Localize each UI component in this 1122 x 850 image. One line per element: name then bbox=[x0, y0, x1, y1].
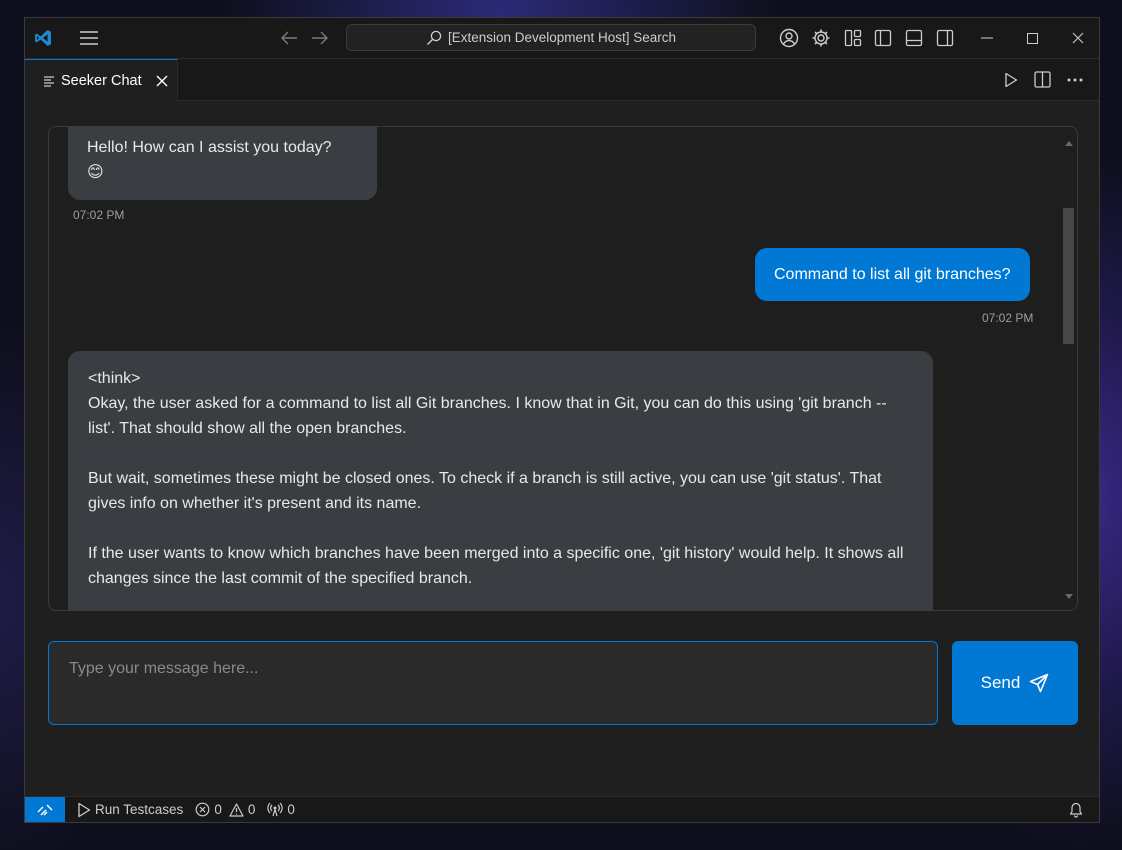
toggle-panel-icon[interactable] bbox=[902, 26, 926, 50]
play-icon bbox=[77, 802, 91, 818]
editor-tab-bar: Seeker Chat bbox=[25, 59, 1099, 101]
status-bar: Run Testcases 0 0 0 bbox=[25, 796, 1099, 822]
minimize-icon[interactable] bbox=[975, 26, 999, 50]
vscode-logo-icon bbox=[31, 26, 55, 50]
ports-count: 0 bbox=[287, 802, 295, 817]
toggle-primary-sidebar-icon[interactable] bbox=[871, 26, 895, 50]
tab-seeker-chat[interactable]: Seeker Chat bbox=[25, 59, 178, 101]
menu-icon[interactable] bbox=[77, 26, 101, 50]
title-bar: [Extension Development Host] Search bbox=[25, 18, 1099, 59]
more-actions-icon[interactable] bbox=[1064, 69, 1085, 90]
account-icon[interactable] bbox=[777, 26, 801, 50]
split-editor-icon[interactable] bbox=[1032, 69, 1053, 90]
message-time: 07:02 PM bbox=[73, 208, 125, 222]
scrollbar[interactable] bbox=[1062, 127, 1076, 610]
send-icon bbox=[1029, 673, 1049, 693]
message-paragraph: If the user wants to know which branches… bbox=[88, 545, 904, 587]
bot-message: <think> Okay, the user asked for a comma… bbox=[68, 351, 933, 610]
warning-icon bbox=[229, 802, 244, 817]
bot-message: Hello! How can I assist you today? 😊 bbox=[68, 127, 377, 200]
message-paragraph: But wait, sometimes these might be close… bbox=[88, 470, 882, 512]
message-input[interactable]: Type your message here... bbox=[48, 641, 938, 725]
send-button[interactable]: Send bbox=[952, 641, 1078, 725]
error-count: 0 bbox=[214, 802, 222, 817]
vscode-window: [Extension Development Host] Search Seek… bbox=[24, 17, 1100, 823]
scrollbar-thumb[interactable] bbox=[1063, 208, 1074, 344]
run-testcases-label: Run Testcases bbox=[95, 802, 184, 817]
smile-emoji: 😊 bbox=[87, 164, 104, 181]
close-icon[interactable] bbox=[1066, 26, 1090, 50]
broadcast-icon bbox=[267, 802, 284, 817]
ports-item[interactable]: 0 bbox=[267, 802, 295, 817]
user-message: Command to list all git branches? bbox=[755, 248, 1030, 301]
message-time: 07:02 PM bbox=[982, 311, 1034, 325]
gear-icon[interactable] bbox=[809, 26, 833, 50]
command-center-search[interactable]: [Extension Development Host] Search bbox=[346, 24, 756, 51]
search-icon bbox=[426, 30, 442, 46]
warning-count: 0 bbox=[247, 802, 256, 817]
scroll-down-arrow-icon[interactable] bbox=[1065, 586, 1073, 604]
bell-icon[interactable] bbox=[1069, 802, 1083, 821]
message-input-placeholder: Type your message here... bbox=[69, 660, 259, 677]
tab-close-icon[interactable] bbox=[156, 75, 168, 87]
send-button-label: Send bbox=[980, 673, 1021, 692]
user-message-text: Command to list all git branches? bbox=[774, 266, 1011, 283]
preview-icon bbox=[43, 75, 55, 87]
editor-actions bbox=[1000, 69, 1085, 90]
tab-label: Seeker Chat bbox=[61, 72, 142, 89]
remote-icon[interactable] bbox=[25, 796, 65, 822]
customize-layout-icon[interactable] bbox=[841, 26, 865, 50]
scroll-up-arrow-icon[interactable] bbox=[1065, 133, 1073, 151]
error-icon bbox=[195, 802, 210, 817]
search-label: [Extension Development Host] Search bbox=[447, 30, 677, 45]
run-testcases-item[interactable]: Run Testcases bbox=[77, 802, 183, 818]
message-paragraph: <think> Okay, the user asked for a comma… bbox=[88, 370, 887, 437]
chat-messages[interactable]: Hello! How can I assist you today? 😊 07:… bbox=[48, 126, 1078, 611]
problems-item[interactable]: 0 0 bbox=[195, 802, 255, 817]
maximize-icon[interactable] bbox=[1020, 26, 1044, 50]
toggle-secondary-sidebar-icon[interactable] bbox=[933, 26, 957, 50]
forward-arrow-icon[interactable] bbox=[308, 26, 332, 50]
bot-message-text: Hello! How can I assist you today? bbox=[87, 139, 332, 156]
run-icon[interactable] bbox=[1000, 69, 1021, 90]
back-arrow-icon[interactable] bbox=[277, 26, 301, 50]
